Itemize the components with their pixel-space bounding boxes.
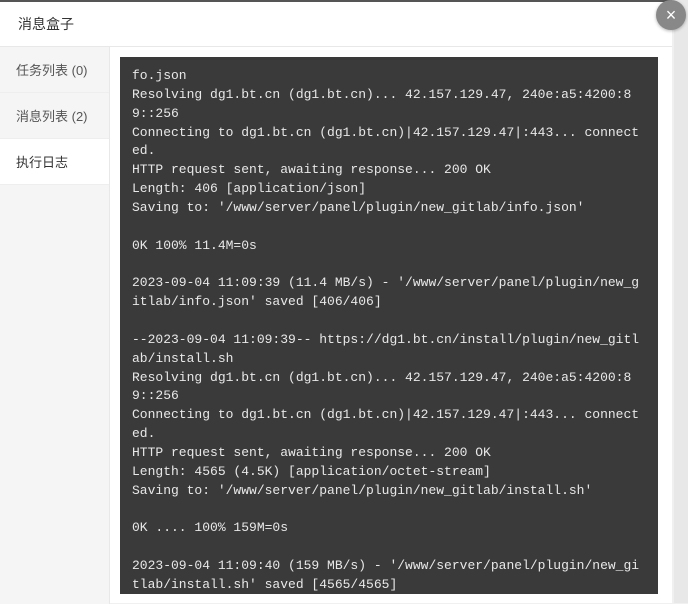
message-box-modal: × 消息盒子 任务列表 (0) 消息列表 (2) 执行日志 fo.json Re… [0,0,672,603]
tab-label: 执行日志 [16,155,68,170]
modal-header: 消息盒子 [0,2,672,47]
close-icon: × [666,5,677,26]
close-button[interactable]: × [656,0,686,30]
content-area: fo.json Resolving dg1.bt.cn (dg1.bt.cn).… [110,47,672,604]
modal-title: 消息盒子 [18,16,74,32]
tab-exec-log[interactable]: 执行日志 [0,139,109,185]
tab-task-list[interactable]: 任务列表 (0) [0,47,109,93]
right-edge [674,0,688,603]
tab-label: 消息列表 (2) [16,109,88,124]
tab-label: 任务列表 (0) [16,63,88,78]
terminal-output[interactable]: fo.json Resolving dg1.bt.cn (dg1.bt.cn).… [120,57,658,594]
tab-message-list[interactable]: 消息列表 (2) [0,93,109,139]
sidebar: 任务列表 (0) 消息列表 (2) 执行日志 [0,47,110,604]
modal-body: 任务列表 (0) 消息列表 (2) 执行日志 fo.json Resolving… [0,47,672,604]
